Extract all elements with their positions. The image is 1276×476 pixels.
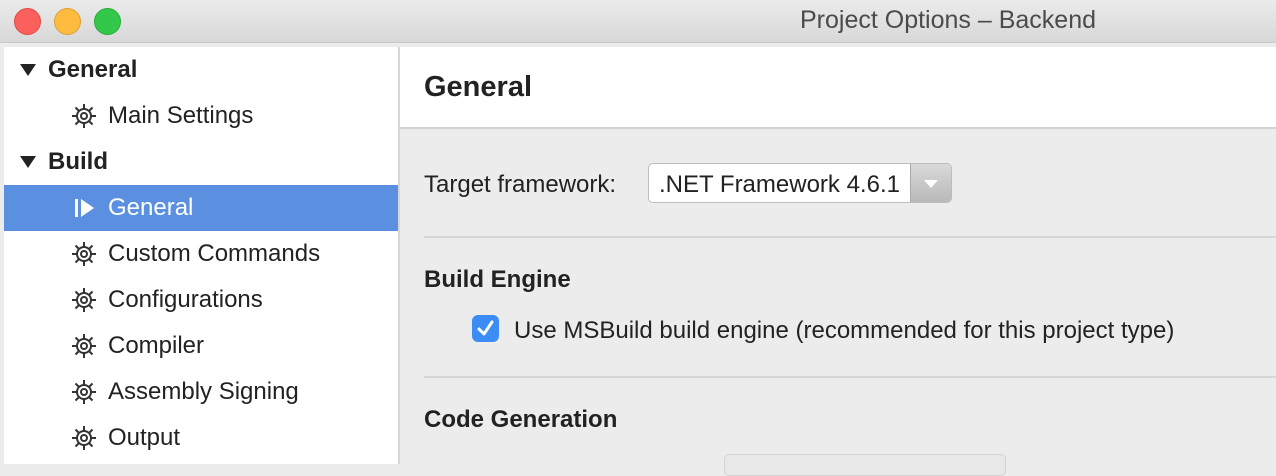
options-sidebar: General Main Settings Build General Cust…: [4, 47, 398, 464]
disclosure-triangle-icon[interactable]: [20, 64, 36, 76]
sidebar-item-label: Output: [108, 424, 181, 451]
sidebar-item-label: Assembly Signing: [108, 378, 299, 405]
maximize-window-button[interactable]: [94, 8, 121, 35]
sidebar-section-general[interactable]: General: [4, 47, 398, 93]
divider: [424, 376, 1276, 378]
page-title: General: [424, 71, 532, 103]
msbuild-checkbox-label[interactable]: Use MSBuild build engine (recommended fo…: [514, 317, 1174, 345]
checkmark-icon: [477, 320, 494, 336]
sidebar-item-label: Custom Commands: [108, 240, 321, 267]
divider: [424, 236, 1276, 238]
code-generation-heading: Code Generation: [424, 406, 618, 433]
gear-icon: [72, 242, 96, 266]
chevron-down-icon[interactable]: [910, 164, 951, 202]
sidebar-item-label: Compiler: [108, 332, 205, 359]
sidebar-item-label: Main Settings: [108, 102, 254, 129]
sidebar-section-label: Build: [48, 148, 108, 175]
sidebar-item-assembly-signing[interactable]: Assembly Signing: [4, 369, 398, 415]
sidebar-item-configurations[interactable]: Configurations: [4, 277, 398, 323]
minimize-window-button[interactable]: [54, 8, 81, 35]
build-engine-heading: Build Engine: [424, 266, 571, 293]
sidebar-item-output[interactable]: Output: [4, 415, 398, 461]
code-generation-field[interactable]: [724, 454, 1006, 476]
sidebar-item-compiler[interactable]: Compiler: [4, 323, 398, 369]
content-header: General: [400, 47, 1276, 129]
disclosure-triangle-icon[interactable]: [20, 156, 36, 168]
msbuild-checkbox[interactable]: [472, 315, 499, 342]
sidebar-section-label: General: [48, 56, 138, 83]
window-title: Project Options – Backend: [800, 6, 1096, 34]
target-framework-label: Target framework:: [424, 171, 617, 198]
sidebar-section-build[interactable]: Build: [4, 139, 398, 185]
title-bar: Project Options – Backend: [0, 0, 1276, 43]
sidebar-item-build-general[interactable]: General: [4, 185, 398, 231]
close-window-button[interactable]: [14, 8, 41, 35]
gear-icon: [72, 380, 96, 404]
sidebar-item-main-settings[interactable]: Main Settings: [4, 93, 398, 139]
options-panel: Target framework: .NET Framework 4.6.1 B…: [400, 129, 1276, 476]
target-framework-select[interactable]: .NET Framework 4.6.1: [648, 163, 952, 203]
gear-icon: [72, 426, 96, 450]
gear-icon: [72, 334, 96, 358]
gear-icon: [72, 288, 96, 312]
sidebar-item-custom-commands[interactable]: Custom Commands: [4, 231, 398, 277]
sidebar-item-label: General: [108, 194, 194, 221]
gear-icon: [72, 104, 96, 128]
sidebar-item-label: Configurations: [108, 286, 263, 313]
target-framework-value: .NET Framework 4.6.1: [659, 171, 900, 198]
play-marker-icon: [75, 199, 94, 217]
